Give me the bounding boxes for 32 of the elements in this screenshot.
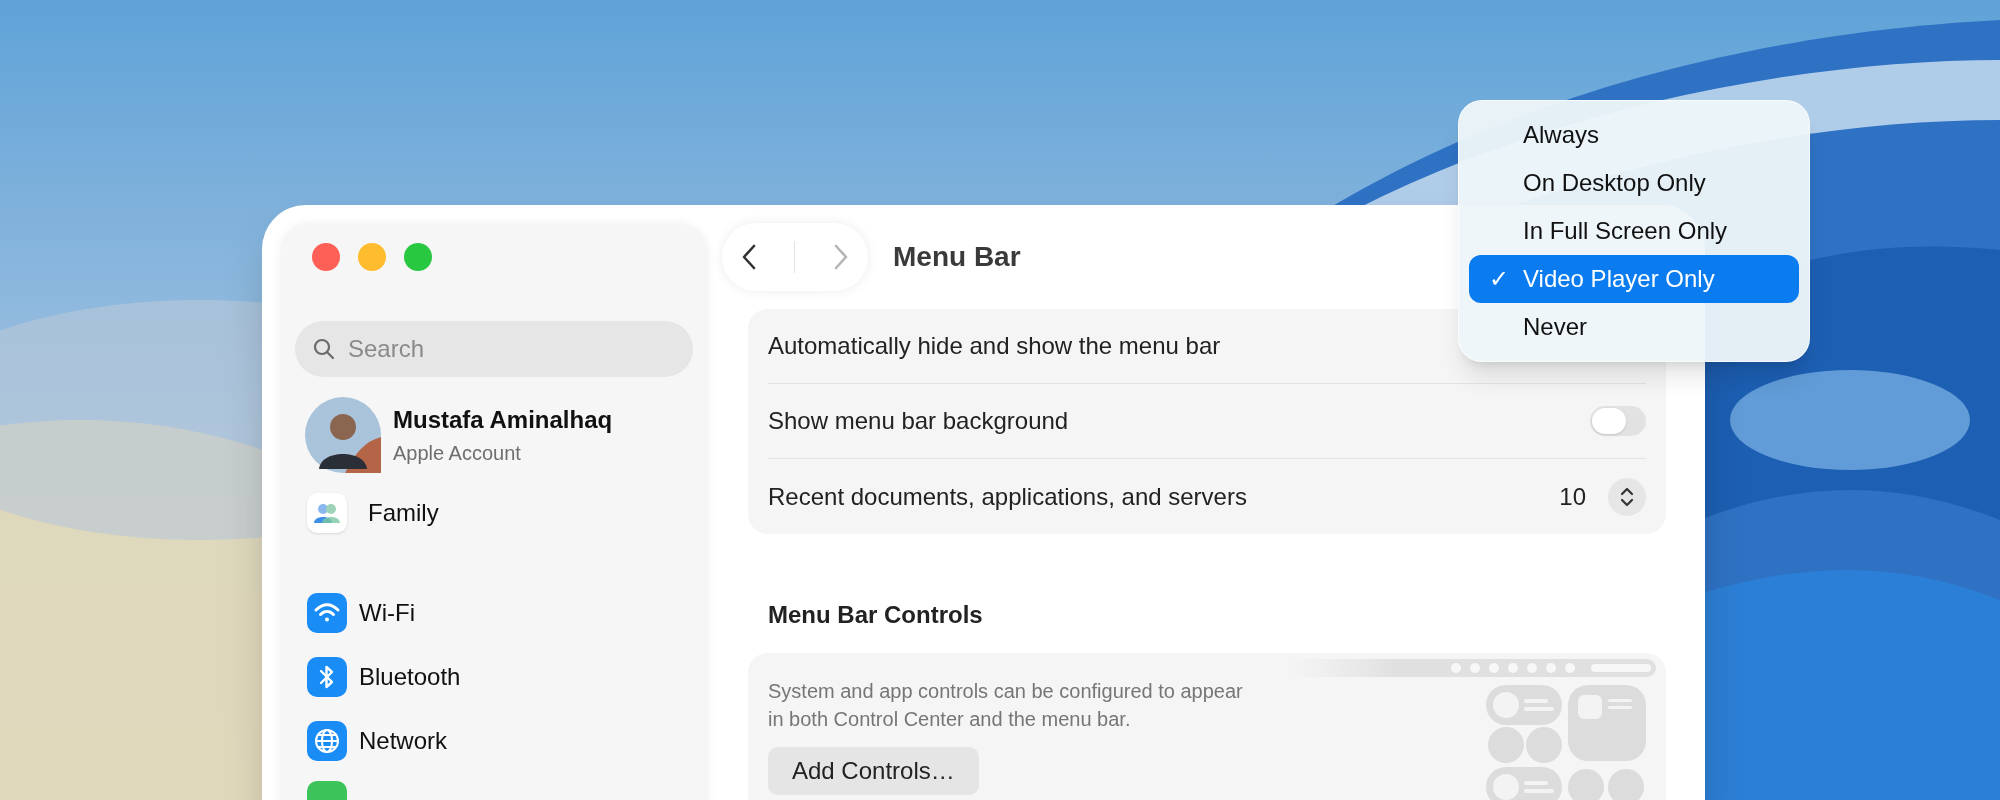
people-icon xyxy=(307,493,347,533)
account-subtitle: Apple Account xyxy=(393,441,522,466)
back-button[interactable] xyxy=(740,243,757,271)
menu-item[interactable]: Never xyxy=(1469,303,1799,351)
sidebar-item[interactable]: Network xyxy=(307,709,693,773)
minimize-button[interactable] xyxy=(358,243,386,271)
search-field[interactable]: Search xyxy=(295,321,693,377)
chevrons-icon xyxy=(1619,485,1635,508)
globe-icon xyxy=(307,721,347,761)
search-icon xyxy=(312,337,336,361)
setting-label: Automatically hide and show the menu bar xyxy=(768,331,1221,361)
menu-item[interactable]: ✓ Video Player Only xyxy=(1469,255,1799,303)
setting-label: Recent documents, applications, and servers xyxy=(768,481,1247,512)
sidebar-item[interactable]: Wi-Fi xyxy=(307,581,693,645)
close-button[interactable] xyxy=(312,243,340,271)
window-title: Menu Bar xyxy=(893,240,1021,274)
menu-item[interactable]: In Full Screen Only xyxy=(1469,207,1799,255)
section-heading: Menu Bar Controls xyxy=(768,600,984,630)
toggle-switch[interactable] xyxy=(1590,406,1646,436)
add-controls-button[interactable]: Add Controls… xyxy=(768,747,979,795)
account-name: Mustafa Aminalhaq xyxy=(393,405,613,435)
value-text: 10 xyxy=(1559,481,1586,512)
setting-label: Show menu bar background xyxy=(768,406,1069,436)
zoom-button[interactable] xyxy=(404,243,432,271)
wifi-icon xyxy=(307,593,347,633)
menu-item[interactable]: Always xyxy=(1469,111,1799,159)
menu-item[interactable]: On Desktop Only xyxy=(1469,159,1799,207)
bluetooth-icon xyxy=(307,657,347,697)
stepper-button[interactable] xyxy=(1608,477,1646,516)
section-description: System and app controls can be configured to appear in both Control Center and the menu bar. xyxy=(768,679,1244,732)
sidebar-item[interactable]: Bluetooth xyxy=(307,645,693,709)
sidebar-item[interactable]: Family xyxy=(307,481,693,545)
